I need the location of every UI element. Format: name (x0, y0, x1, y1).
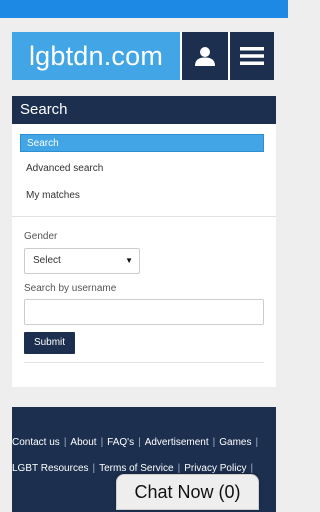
submit-button[interactable]: Submit (24, 332, 75, 354)
footer-link-advertisement[interactable]: Advertisement (145, 437, 209, 448)
divider (24, 362, 264, 363)
menu-item-search[interactable]: Search (20, 134, 264, 152)
gender-select-value: Select (33, 255, 61, 266)
footer-link-terms[interactable]: Terms of Service (99, 463, 173, 474)
panel-title: Search (12, 96, 276, 124)
chat-now-button[interactable]: Chat Now (0) (116, 474, 259, 510)
gender-select[interactable]: Select ▼ (24, 248, 140, 274)
username-label: Search by username (24, 283, 117, 294)
status-bar (0, 0, 288, 18)
footer-link-privacy[interactable]: Privacy Policy (184, 463, 246, 474)
menu-item-my-matches[interactable]: My matches (26, 189, 270, 203)
hamburger-icon (240, 47, 264, 65)
search-menu: Search Advanced search My matches (12, 124, 276, 216)
footer-link-contact[interactable]: Contact us (12, 437, 60, 448)
footer-link-lgbt-resources[interactable]: LGBT Resources (12, 463, 89, 474)
site-header: lgbtdn.com (12, 32, 276, 80)
user-button[interactable] (180, 32, 228, 80)
caret-down-icon: ▼ (125, 256, 133, 265)
search-panel: Search Search Advanced search My matches… (12, 96, 276, 387)
footer-links-row-2: LGBT Resources | Terms of Service | Privacy … (12, 463, 254, 474)
divider (12, 216, 276, 217)
username-input[interactable] (24, 299, 264, 325)
menu-item-advanced-search[interactable]: Advanced search (26, 162, 270, 176)
user-icon (195, 47, 215, 66)
footer-link-faq[interactable]: FAQ's (107, 437, 134, 448)
menu-button[interactable] (228, 32, 274, 80)
site-logo[interactable]: lgbtdn.com (12, 32, 180, 80)
footer-link-games[interactable]: Games (219, 437, 251, 448)
gender-label: Gender (24, 231, 58, 242)
footer-links-row-1: Contact us | About | FAQ's | Advertisement | Gam… (12, 437, 259, 448)
footer-link-about[interactable]: About (70, 437, 96, 448)
